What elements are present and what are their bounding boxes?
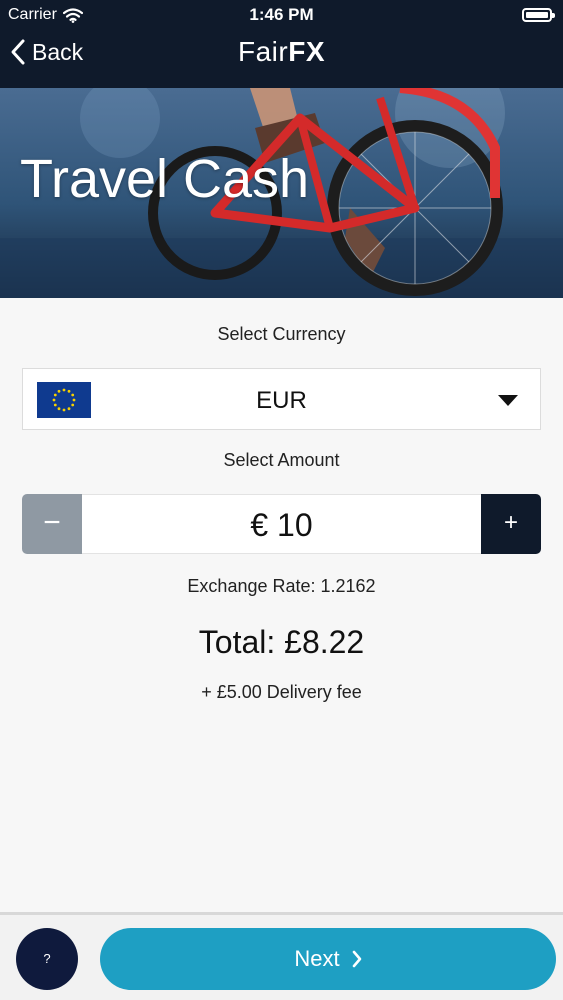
hero-banner: Travel Cash <box>0 88 563 298</box>
bottom-bar: ? Next <box>0 912 563 1000</box>
select-currency-label: Select Currency <box>217 324 346 344</box>
hero-title: Travel Cash <box>20 149 310 209</box>
battery-icon <box>522 8 555 22</box>
selected-currency: EUR <box>256 387 307 414</box>
top-bar: Carrier 1:46 PM Back FairFX <box>0 0 563 88</box>
total-amount: Total: £8.22 <box>198 624 365 660</box>
amount-value[interactable]: € 10 <box>82 494 481 554</box>
status-time: 1:46 PM <box>249 5 314 24</box>
decrease-amount-button[interactable]: − <box>22 494 82 554</box>
amount-stepper: − € 10 + <box>22 494 541 554</box>
fairfx-logo: FairFX <box>0 36 563 68</box>
delivery-fee: + £5.00 Delivery fee <box>201 682 362 702</box>
chevron-right-icon <box>352 950 361 968</box>
select-amount-label: Select Amount <box>223 450 340 470</box>
travel-cash-screen: Carrier 1:46 PM Back FairFX Travel Cash … <box>0 0 563 1000</box>
next-label: Next <box>294 946 340 971</box>
logo-prefix: Fair <box>237 36 289 67</box>
currency-dropdown[interactable]: EUR <box>22 368 541 430</box>
status-bar: Carrier 1:46 PM <box>0 0 563 30</box>
next-button[interactable]: Next <box>100 928 556 990</box>
exchange-rate: Exchange Rate: 1.2162 <box>187 576 376 596</box>
caret-down-icon <box>498 395 518 406</box>
help-button[interactable]: ? <box>16 928 78 990</box>
increase-amount-button[interactable]: + <box>481 494 541 554</box>
logo-suffix: FX <box>288 36 325 67</box>
